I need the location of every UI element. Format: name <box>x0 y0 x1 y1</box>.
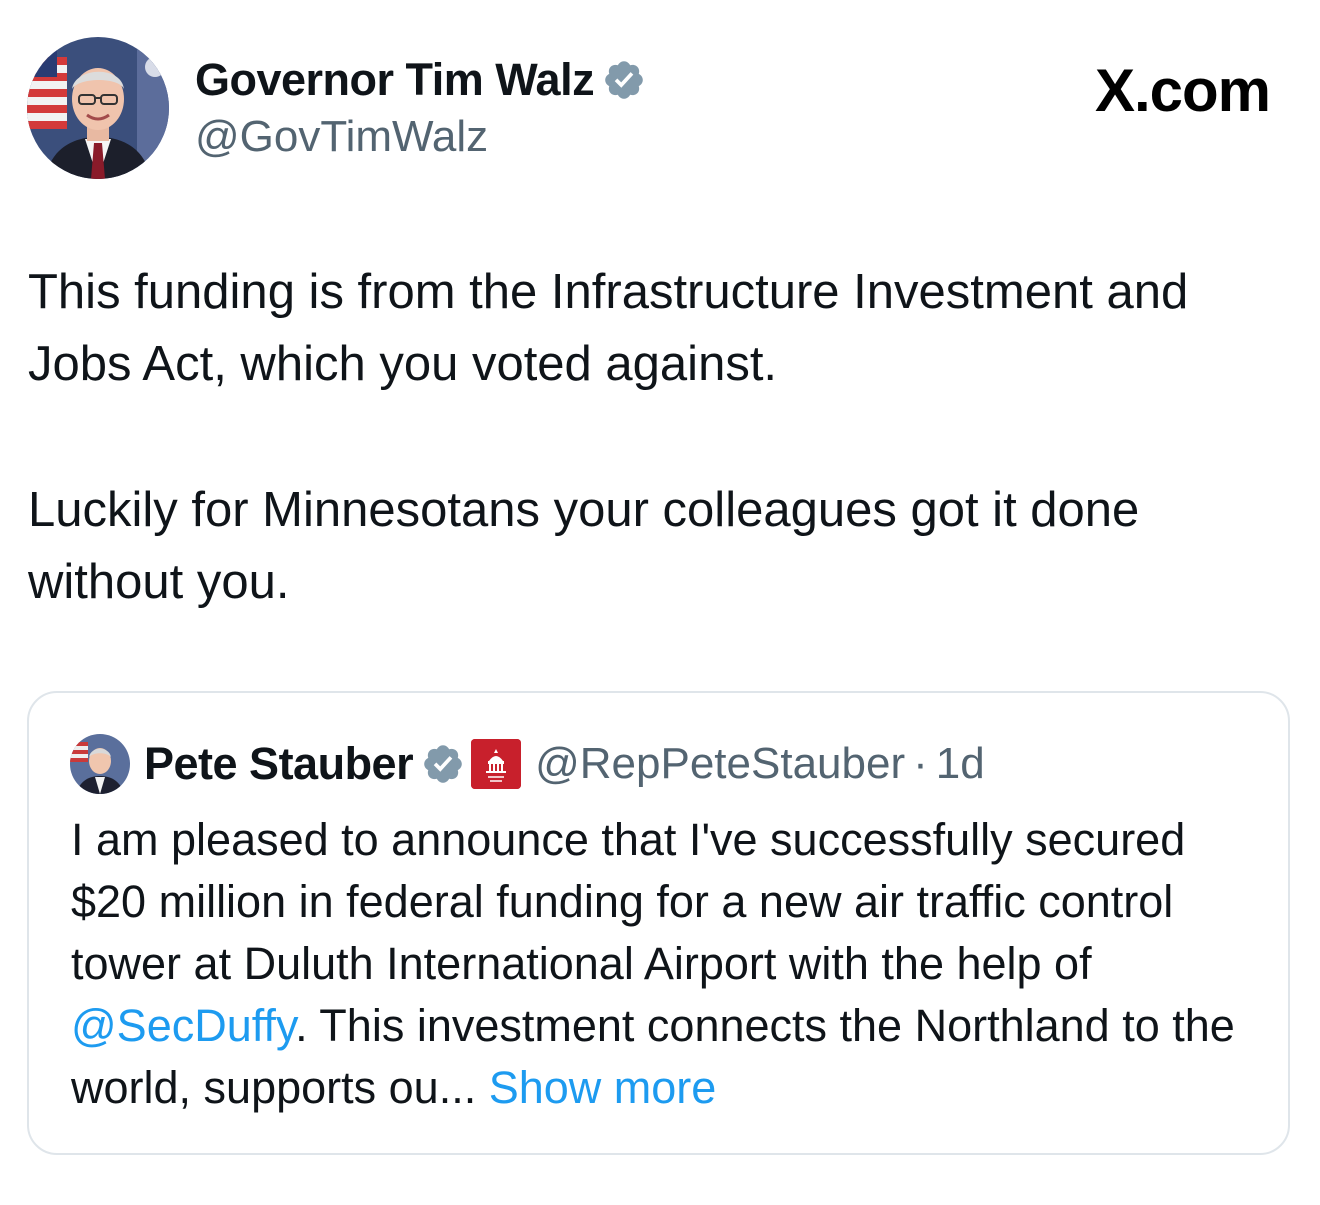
quoted-post-card[interactable]: Pete Stauber @RepPeteStauber · 1d I am p… <box>27 691 1290 1155</box>
author-portrait-icon <box>27 37 169 179</box>
quoted-post-timestamp[interactable]: 1d <box>936 739 985 789</box>
author-avatar[interactable] <box>27 37 169 179</box>
mention-link[interactable]: @SecDuffy <box>71 1000 295 1051</box>
quoted-author-avatar[interactable] <box>70 734 130 794</box>
author-name[interactable]: Governor Tim Walz <box>195 54 595 106</box>
tweet-paragraph: Luckily for Minnesotans your colleagues … <box>28 483 1140 609</box>
post-screenshot: Governor Tim Walz @GovTimWalz X.com This… <box>0 0 1320 1205</box>
tweet-paragraph: This funding is from the Infrastructure … <box>28 265 1189 391</box>
author-handle[interactable]: @GovTimWalz <box>195 112 488 162</box>
verified-badge-icon[interactable] <box>602 58 646 102</box>
quoted-post-header: Pete Stauber @RepPeteStauber · 1d <box>70 733 985 795</box>
header-separator: · <box>913 739 928 788</box>
quoted-author-name[interactable]: Pete Stauber <box>144 738 414 790</box>
author-name-row: Governor Tim Walz <box>195 52 646 108</box>
quoted-post-text: I am pleased to announce that I've succe… <box>71 809 1261 1119</box>
quoted-verified-badge-icon[interactable] <box>421 742 465 786</box>
quoted-author-handle[interactable]: @RepPeteStauber <box>535 739 905 789</box>
tweet-text: This funding is from the Infrastructure … <box>28 256 1288 618</box>
quoted-text-part: I am pleased to announce that I've succe… <box>71 814 1186 989</box>
flag-stripes <box>27 47 67 129</box>
show-more-link[interactable]: Show more <box>489 1062 717 1113</box>
quoted-author-portrait-icon <box>70 734 130 794</box>
house-gop-badge-icon[interactable] <box>471 739 522 789</box>
site-logo: X.com <box>1094 57 1271 124</box>
